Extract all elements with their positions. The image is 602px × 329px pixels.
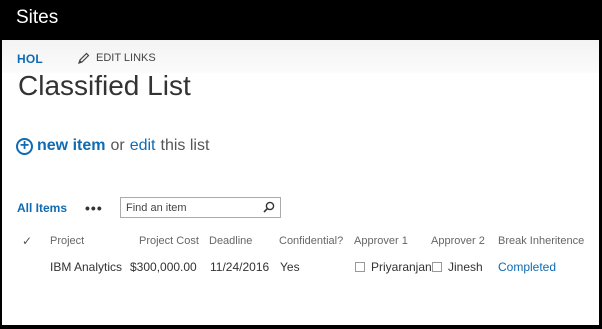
cell-confidential: Yes xyxy=(280,260,300,274)
edit-list-link[interactable]: edit xyxy=(130,137,156,155)
cell-deadline: 11/24/2016 xyxy=(210,260,270,274)
app-title[interactable]: Sites xyxy=(16,7,58,29)
suite-bar: Sites xyxy=(0,0,602,40)
presence-checkbox-icon xyxy=(432,261,442,272)
view-all-items[interactable]: All Items xyxy=(17,201,67,215)
presence-checkbox-icon xyxy=(355,261,365,272)
edit-links-button[interactable]: EDIT LINKS xyxy=(78,52,156,64)
column-header-approver-2[interactable]: Approver 2 xyxy=(431,235,485,247)
cell-approver-1: Priyaranjan xyxy=(355,260,432,274)
edit-links-label: EDIT LINKS xyxy=(96,52,156,64)
this-list-text: this list xyxy=(160,137,210,154)
cell-approver-2: Jinesh xyxy=(432,260,483,274)
column-header-deadline[interactable]: Deadline xyxy=(209,235,252,247)
column-header-project-cost[interactable]: Project Cost xyxy=(139,235,199,247)
cell-project-cost: $300,000.00 xyxy=(130,260,197,274)
column-header-confidential[interactable]: Confidential? xyxy=(279,235,343,247)
or-text: or xyxy=(110,137,125,154)
approver-2-name[interactable]: Jinesh xyxy=(448,260,483,274)
site-link-hol[interactable]: HOL xyxy=(17,52,43,66)
add-circle-icon[interactable]: + xyxy=(16,137,33,155)
column-header-break-inheritence[interactable]: Break Inheritence xyxy=(498,235,584,247)
search-icon[interactable] xyxy=(263,201,275,213)
view-selector-row: All Items ••• xyxy=(17,195,577,221)
page-title: Classified List xyxy=(18,70,191,101)
search-input[interactable] xyxy=(121,201,261,214)
column-header-project[interactable]: Project xyxy=(50,235,84,247)
column-header-approver-1[interactable]: Approver 1 xyxy=(354,235,408,247)
search-box[interactable] xyxy=(120,197,281,218)
cell-project[interactable]: IBM Analytics xyxy=(50,260,122,274)
new-item-link[interactable]: new item xyxy=(37,137,105,155)
more-views-button[interactable]: ••• xyxy=(85,200,103,216)
list-actions: + new item or edit this list xyxy=(16,137,209,155)
approver-1-name[interactable]: Priyaranjan xyxy=(371,260,432,274)
select-all-checkmark-icon[interactable]: ✓ xyxy=(22,234,32,248)
pencil-icon xyxy=(78,52,90,64)
cell-break-inheritence[interactable]: Completed xyxy=(498,260,556,274)
